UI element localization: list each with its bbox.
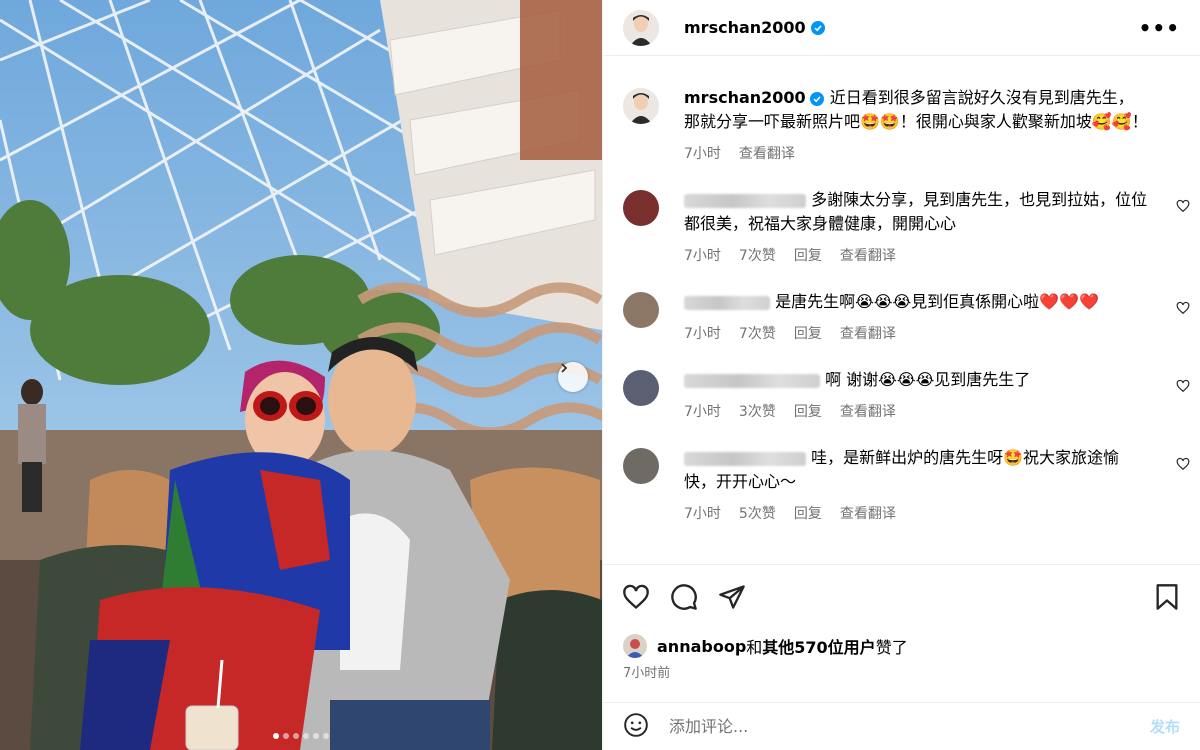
like-button[interactable]: [621, 582, 651, 612]
comment-time[interactable]: 7小时: [684, 400, 721, 424]
comment-likes[interactable]: 3次赞: [739, 400, 776, 424]
caption-username[interactable]: mrschan2000: [684, 88, 806, 107]
comment-icon: [671, 583, 697, 610]
comment-body: 是唐先生啊😭😭😭見到佢真係開心啦❤️❤️❤️ 7小时 7次赞 回复 查看翻译: [684, 290, 1180, 346]
chevron-right-icon: [561, 363, 568, 373]
comment-time[interactable]: 7小时: [684, 244, 721, 268]
comment-meta: 7小时 7次赞 回复 查看翻译: [684, 244, 1148, 268]
post-photo[interactable]: [0, 0, 602, 750]
carousel-dot: [303, 733, 309, 739]
avatar[interactable]: [623, 88, 659, 124]
next-photo-button[interactable]: [558, 362, 588, 392]
see-translation-link[interactable]: 查看翻译: [739, 142, 795, 166]
share-icon: [719, 584, 745, 609]
caption-row: mrschan2000 近日看到很多留言說好久沒有見到唐先生，那就分享一吓最新照片…: [603, 86, 1200, 166]
avatar[interactable]: [623, 190, 659, 226]
post-timestamp[interactable]: 7小时前: [623, 662, 670, 681]
comment-body: 哇，是新鲜出炉的唐先生呀🤩祝大家旅途愉快，开开心心～ 7小时 5次赞 回复 查看…: [684, 446, 1180, 526]
likes-others-link[interactable]: 其他570位用户: [762, 634, 875, 658]
likes-suffix: 赞了: [875, 638, 908, 657]
liker-username[interactable]: annaboop: [657, 637, 746, 656]
comment-like-heart-icon[interactable]: [1176, 378, 1190, 397]
liker-avatar[interactable]: [623, 634, 647, 658]
avatar-image: [623, 88, 659, 124]
comment-time[interactable]: 7小时: [684, 502, 721, 526]
save-icon: [1156, 583, 1178, 610]
add-comment-input[interactable]: [669, 717, 1150, 736]
carousel-dot: [293, 733, 299, 739]
reply-button[interactable]: 回复: [794, 502, 822, 526]
comments-list: mrschan2000 近日看到很多留言說好久沒有見到唐先生，那就分享一吓最新照片…: [603, 70, 1200, 564]
verified-icon: [809, 91, 824, 106]
comment-meta: 7小时 5次赞 回复 查看翻译: [684, 502, 1148, 526]
blurred-username[interactable]: [684, 373, 820, 388]
save-button[interactable]: [1152, 582, 1182, 612]
comment-meta: 7小时 7次赞 回复 查看翻译: [684, 322, 1148, 346]
caption-meta: 7小时 查看翻译: [684, 142, 1148, 166]
avatar[interactable]: [623, 370, 659, 406]
see-translation-link[interactable]: 查看翻译: [840, 502, 896, 526]
add-comment-bar: 发布: [603, 702, 1200, 750]
reply-button[interactable]: 回复: [794, 322, 822, 346]
comment-button[interactable]: [669, 582, 699, 612]
comment-body: 啊 谢谢😭😭😭见到唐先生了 7小时 3次赞 回复 查看翻译: [684, 368, 1180, 424]
avatar[interactable]: [623, 448, 659, 484]
liker-avatar-image: [623, 634, 647, 658]
blurred-username[interactable]: [684, 295, 770, 310]
reply-button[interactable]: 回复: [794, 244, 822, 268]
see-translation-link[interactable]: 查看翻译: [840, 400, 896, 424]
carousel-dot: [323, 733, 329, 739]
avatar-image: [623, 9, 659, 46]
comment-row: 哇，是新鲜出炉的唐先生呀🤩祝大家旅途愉快，开开心心～ 7小时 5次赞 回复 查看…: [603, 446, 1200, 526]
owner-username[interactable]: mrschan2000: [684, 18, 806, 37]
likes-summary: annaboop 和其他570位用户 赞了: [623, 634, 908, 658]
post-side-panel: mrschan2000 ••• mrschan2000 近日看到很多留言說好久沒…: [602, 0, 1200, 750]
avatar[interactable]: [623, 292, 659, 328]
see-translation-link[interactable]: 查看翻译: [840, 322, 896, 346]
emoji-icon[interactable]: [623, 712, 649, 742]
more-icon[interactable]: •••: [1139, 16, 1180, 40]
carousel-dot: [313, 733, 319, 739]
photo-carousel-dots: [0, 733, 602, 739]
comment-text: 啊 谢谢😭😭😭见到唐先生了: [825, 370, 1031, 389]
heart-icon: [623, 584, 649, 609]
comment-row: 是唐先生啊😭😭😭見到佢真係開心啦❤️❤️❤️ 7小时 7次赞 回复 查看翻译: [603, 290, 1200, 346]
carousel-dot: [283, 733, 289, 739]
blurred-username[interactable]: [684, 193, 806, 208]
avatar[interactable]: [623, 9, 659, 46]
comment-body: 多謝陳太分享，見到唐先生，也見到拉姑，位位都很美，祝福大家身體健康，開開心心 7…: [684, 188, 1180, 268]
comment-text: 是唐先生啊😭😭😭見到佢真係開心啦❤️❤️❤️: [775, 292, 1099, 311]
photo-illustration: [0, 0, 602, 750]
caption-body: mrschan2000 近日看到很多留言說好久沒有見到唐先生，那就分享一吓最新照片…: [684, 86, 1180, 166]
verified-icon: [810, 20, 825, 35]
comment-row: 多謝陳太分享，見到唐先生，也見到拉姑，位位都很美，祝福大家身體健康，開開心心 7…: [603, 188, 1200, 268]
carousel-dot: [273, 733, 279, 739]
post-header: mrschan2000 •••: [603, 0, 1200, 56]
share-button[interactable]: [717, 582, 747, 612]
comment-row: 啊 谢谢😭😭😭见到唐先生了 7小时 3次赞 回复 查看翻译: [603, 368, 1200, 424]
comment-likes[interactable]: 5次赞: [739, 502, 776, 526]
comment-meta: 7小时 3次赞 回复 查看翻译: [684, 400, 1148, 424]
comment-time[interactable]: 7小时: [684, 322, 721, 346]
comment-like-heart-icon[interactable]: [1176, 300, 1190, 319]
post-action-bar: [603, 564, 1200, 628]
blurred-username[interactable]: [684, 451, 806, 466]
see-translation-link[interactable]: 查看翻译: [840, 244, 896, 268]
post-comment-button[interactable]: 发布: [1150, 716, 1180, 737]
comment-like-heart-icon[interactable]: [1176, 456, 1190, 475]
reply-button[interactable]: 回复: [794, 400, 822, 424]
comment-likes[interactable]: 7次赞: [739, 244, 776, 268]
likes-joiner: 和: [746, 638, 763, 657]
caption-time[interactable]: 7小时: [684, 142, 721, 166]
comment-likes[interactable]: 7次赞: [739, 322, 776, 346]
comment-like-heart-icon[interactable]: [1176, 198, 1190, 217]
